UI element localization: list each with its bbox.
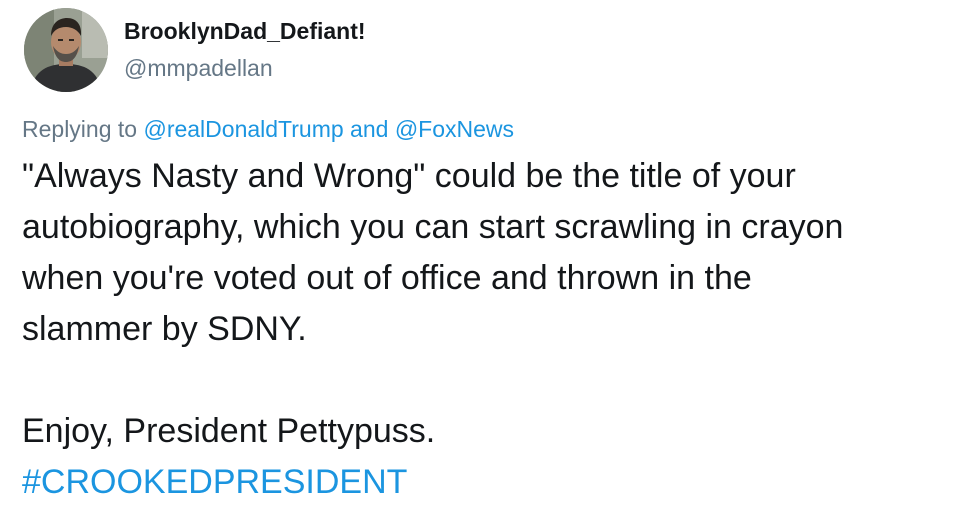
tweet-body-line: autobiography, which you can start scraw… — [22, 208, 844, 246]
tweet-body-line: "Always Nasty and Wrong" could be the ti… — [22, 157, 796, 195]
display-name[interactable]: BrooklynDad_Defiant! — [124, 18, 366, 45]
hashtag-link[interactable]: #CROOKEDPRESIDENT — [22, 457, 980, 508]
reply-and-text: and — [350, 116, 389, 142]
reply-mention-realdonaldtrump[interactable]: @realDonaldTrump — [143, 116, 343, 142]
avatar-photo-icon — [24, 8, 108, 92]
tweet-body-line: slammer by SDNY. — [22, 310, 307, 348]
avatar[interactable] — [24, 8, 108, 92]
tweet-closing-line: Enjoy, President Pettypuss. — [22, 412, 436, 450]
user-handle[interactable]: @mmpadellan — [124, 55, 273, 82]
tweet-card: BrooklynDad_Defiant! @mmpadellan Replyin… — [0, 0, 980, 507]
reply-mention-foxnews[interactable]: @FoxNews — [395, 116, 514, 142]
tweet-body: "Always Nasty and Wrong" could be the ti… — [22, 151, 980, 508]
tweet-body-line: when you're voted out of office and thro… — [22, 259, 752, 297]
replying-to-line: Replying to @realDonaldTrump and @FoxNew… — [22, 116, 514, 143]
replying-to-label: Replying to — [22, 116, 138, 142]
